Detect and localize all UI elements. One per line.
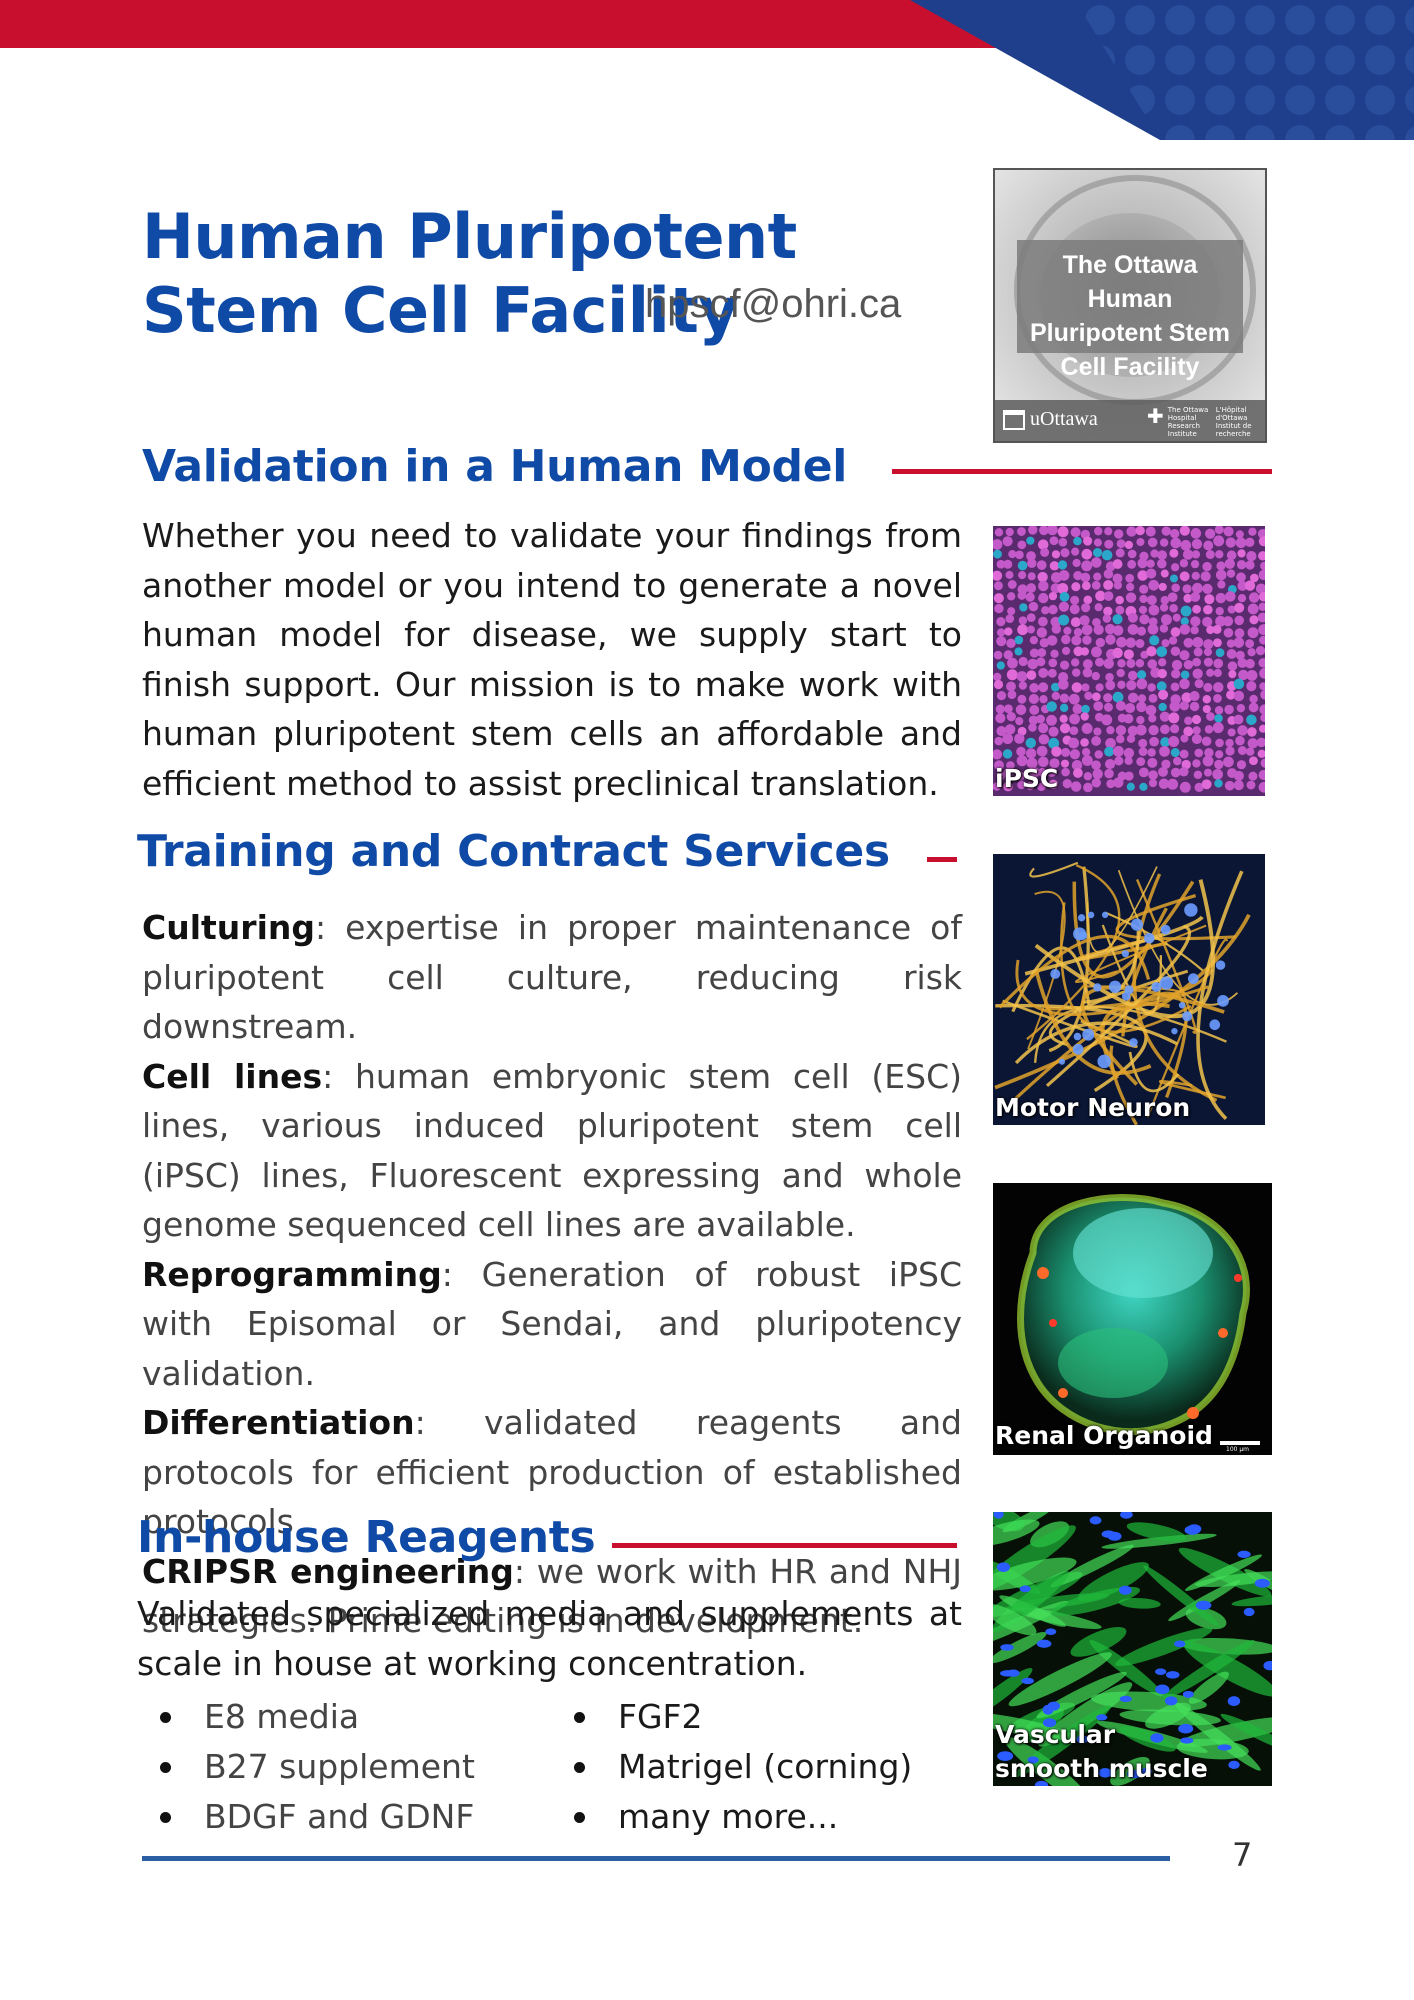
page-number: 7 [1232, 1836, 1253, 1874]
validation-heading: Validation in a Human Model [142, 441, 848, 492]
reagents-list-left: E8 media B27 supplement BDGF and GDNF [142, 1692, 475, 1842]
scale-bar-label: 100 µm [1226, 1446, 1250, 1453]
contact-email[interactable]: hpscf@ohri.ca [645, 282, 901, 327]
validation-rule [892, 469, 1272, 474]
service-cell-lines: Cell lines: human embryonic stem cell (E… [142, 1056, 962, 1245]
list-item: Matrigel (corning) [556, 1742, 912, 1792]
cross-icon: ✚ [1147, 404, 1164, 428]
logo-text: The Ottawa Human Pluripotent Stem Cell F… [1029, 251, 1230, 381]
motor-neuron-image: Motor Neuron [993, 854, 1265, 1125]
service-reprogramming: Reprogramming: Generation of robust iPSC… [142, 1254, 962, 1393]
training-heading: Training and Contract Services [137, 826, 890, 877]
validation-body: Whether you need to validate your findin… [142, 516, 962, 803]
hospital-logo: ✚ The Ottawa Hospital Research Institute… [1147, 404, 1252, 438]
motor-neuron-caption: Motor Neuron [995, 1093, 1191, 1122]
reagents-rule [612, 1543, 957, 1548]
vascular-caption: Vascular smooth muscle [995, 1720, 1208, 1783]
list-item: BDGF and GDNF [142, 1792, 475, 1842]
facility-logo-image: The Ottawa Human Pluripotent Stem Cell F… [993, 168, 1267, 443]
reagents-heading: In-house Reagents [137, 1512, 596, 1563]
ipsc-image: iPSC [993, 526, 1265, 796]
renal-organoid-caption: Renal Organoid [995, 1421, 1213, 1450]
ipsc-caption: iPSC [995, 764, 1059, 793]
reagents-body: Validated specialized media and suppleme… [137, 1594, 962, 1683]
footer-rule [142, 1856, 1170, 1861]
reagents-list-right: FGF2 Matrigel (corning) many more... [556, 1692, 912, 1842]
vascular-smooth-muscle-image: Vascular smooth muscle [993, 1512, 1272, 1786]
service-culturing: Culturing: expertise in proper maintenan… [142, 908, 962, 1046]
header-decoration [0, 0, 1414, 140]
list-item: B27 supplement [142, 1742, 475, 1792]
renal-organoid-image: Renal Organoid 100 µm [993, 1183, 1272, 1455]
list-item: many more... [556, 1792, 912, 1842]
uottawa-logo: uOttawa [1003, 408, 1098, 431]
training-rule [927, 857, 957, 862]
list-item: E8 media [142, 1692, 475, 1742]
building-icon [1003, 409, 1025, 430]
list-item: FGF2 [556, 1692, 912, 1742]
